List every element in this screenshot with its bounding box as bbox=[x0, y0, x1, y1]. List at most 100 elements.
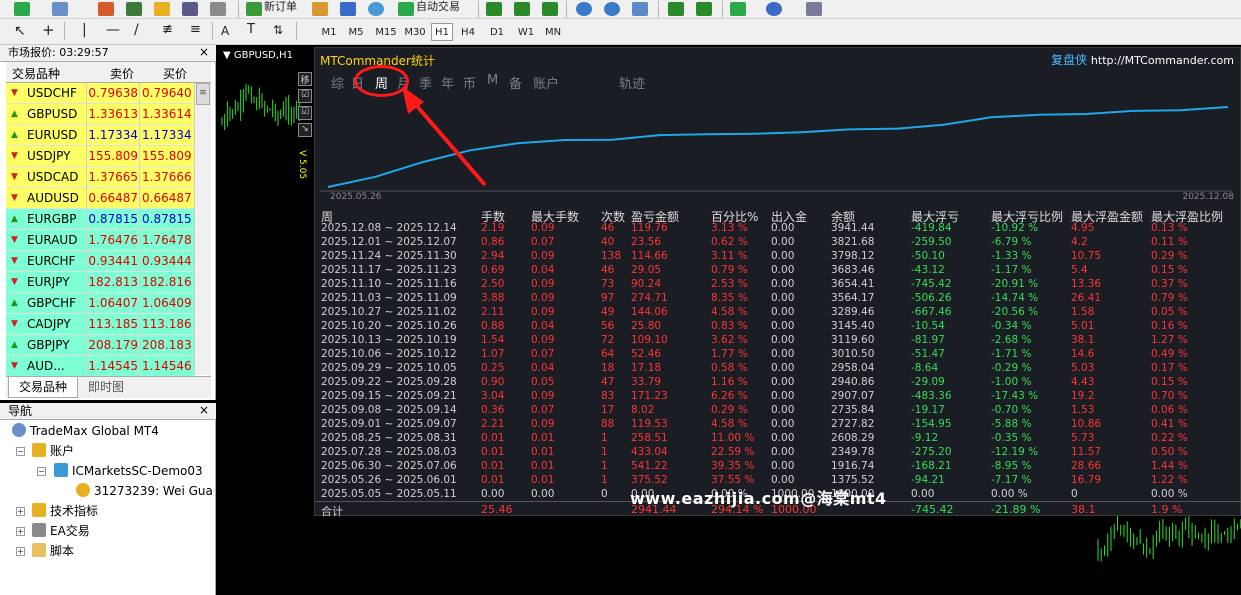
market-watch-row[interactable]: ▼ USDCHF 0.79638 0.79640 bbox=[6, 83, 194, 104]
nav-server[interactable]: ICMarketsSC-Demo03 bbox=[54, 463, 203, 479]
timeframe-w1[interactable]: W1 bbox=[514, 23, 538, 41]
market-watch-icon[interactable] bbox=[98, 2, 114, 16]
table-row[interactable]: 2025.09.22 ~ 2025.09.28 0.90 0.05 47 33.79 1.… bbox=[315, 376, 1241, 390]
timeframe-m30[interactable]: M30 bbox=[402, 23, 428, 41]
side-button-1[interactable]: 移 bbox=[298, 72, 312, 86]
expand-icon[interactable]: + bbox=[16, 527, 25, 536]
autoscroll-icon[interactable] bbox=[668, 2, 684, 16]
side-button-4[interactable]: ↘ bbox=[298, 123, 312, 137]
table-row[interactable]: 2025.11.17 ~ 2025.11.23 0.69 0.04 46 29.05 0.… bbox=[315, 264, 1241, 278]
nav-accounts[interactable]: 账户 bbox=[32, 443, 74, 459]
cursor-icon[interactable]: ↖ bbox=[14, 24, 26, 38]
fibonacci-icon[interactable]: ≡ bbox=[190, 23, 201, 37]
table-row[interactable]: 2025.09.15 ~ 2025.09.21 3.04 0.09 83 171.23 6… bbox=[315, 390, 1241, 404]
table-row[interactable]: 2025.09.29 ~ 2025.10.05 0.25 0.04 18 17.18 0.… bbox=[315, 362, 1241, 376]
market-watch-row[interactable]: ▼ USDJPY 155.809 155.809 bbox=[6, 146, 194, 167]
new-order-icon[interactable] bbox=[246, 2, 262, 16]
candle-chart-icon[interactable] bbox=[514, 2, 530, 16]
column-ask[interactable]: 买价 bbox=[163, 65, 187, 82]
signals-icon[interactable] bbox=[340, 2, 356, 16]
tab-symbols[interactable]: 交易品种 bbox=[8, 377, 79, 398]
table-row[interactable]: 2025.10.06 ~ 2025.10.12 1.07 0.07 64 52.46 1.… bbox=[315, 348, 1241, 362]
collapse-icon[interactable]: − bbox=[16, 447, 25, 456]
table-row[interactable]: 2025.10.20 ~ 2025.10.26 0.88 0.04 56 25.80 0.… bbox=[315, 320, 1241, 334]
stats-tab[interactable]: 账户 bbox=[533, 73, 559, 92]
nav-indicators[interactable]: 技术指标 bbox=[32, 503, 98, 519]
terminal-icon[interactable] bbox=[182, 2, 198, 16]
channel-icon[interactable]: ≢ bbox=[162, 23, 173, 37]
tester-icon[interactable] bbox=[210, 2, 226, 16]
text-label-icon[interactable]: T bbox=[247, 23, 255, 37]
timeframe-h4[interactable]: H4 bbox=[457, 23, 479, 41]
arrows-icon[interactable]: ⇅ bbox=[273, 23, 283, 37]
metaeditor-icon[interactable] bbox=[312, 2, 328, 16]
timeframe-h1[interactable]: H1 bbox=[431, 23, 453, 41]
market-watch-row[interactable]: ▼ CADJPY 113.185 113.186 bbox=[6, 314, 194, 335]
bar-chart-icon[interactable] bbox=[486, 2, 502, 16]
side-button-2[interactable]: ☑ bbox=[298, 89, 312, 103]
scrollbar[interactable]: ≡ bbox=[194, 83, 211, 375]
close-icon[interactable]: × bbox=[199, 403, 209, 417]
auto-trading-icon[interactable] bbox=[398, 2, 414, 16]
nav-experts[interactable]: EA交易 bbox=[32, 523, 90, 539]
vertical-line-icon[interactable]: | bbox=[82, 23, 87, 37]
column-bid[interactable]: 卖价 bbox=[110, 65, 134, 82]
close-icon[interactable]: × bbox=[199, 45, 209, 59]
table-row[interactable]: 2025.06.30 ~ 2025.07.06 0.01 0.01 1 541.22 39… bbox=[315, 460, 1241, 474]
table-row[interactable]: 2025.10.13 ~ 2025.10.19 1.54 0.09 72 109.10 3… bbox=[315, 334, 1241, 348]
chart-shift-icon[interactable] bbox=[696, 2, 712, 16]
market-watch-row[interactable]: ▼ AUDUSD 0.66487 0.66487 bbox=[6, 188, 194, 209]
market-watch-row[interactable]: ▲ GBPJPY 208.179 208.183 bbox=[6, 335, 194, 356]
market-watch-row[interactable]: ▲ GBPUSD 1.33613 1.33614 bbox=[6, 104, 194, 125]
stats-tab[interactable]: 备 bbox=[509, 73, 522, 92]
timeframe-m15[interactable]: M15 bbox=[372, 23, 400, 41]
market-watch-row[interactable]: ▼ EURCHF 0.93441 0.93444 bbox=[6, 251, 194, 272]
table-row[interactable]: 2025.10.27 ~ 2025.11.02 2.11 0.09 49 144.06 4… bbox=[315, 306, 1241, 320]
data-window-icon[interactable] bbox=[126, 2, 142, 16]
text-icon[interactable]: A bbox=[221, 24, 229, 38]
collapse-icon[interactable]: − bbox=[37, 467, 46, 476]
market-watch-row[interactable]: ▲ EURGBP 0.87815 0.87815 bbox=[6, 209, 194, 230]
nav-root[interactable]: TradeMax Global MT4 bbox=[12, 423, 159, 439]
periods-icon[interactable] bbox=[766, 2, 782, 16]
trendline-icon[interactable]: / bbox=[134, 23, 139, 37]
column-symbol[interactable]: 交易品种 bbox=[12, 65, 60, 82]
market-watch-row[interactable]: ▲ EURUSD 1.17334 1.17334 bbox=[6, 125, 194, 146]
expand-icon[interactable]: + bbox=[16, 547, 25, 556]
scrollbar-thumb[interactable]: ≡ bbox=[196, 83, 210, 105]
navigator-icon[interactable] bbox=[154, 2, 170, 16]
horizontal-line-icon[interactable]: — bbox=[106, 23, 120, 37]
profiles-icon[interactable] bbox=[52, 2, 68, 16]
table-row[interactable]: 2025.11.03 ~ 2025.11.09 3.88 0.09 97 274.71 8… bbox=[315, 292, 1241, 306]
stats-tab[interactable]: 轨迹 bbox=[619, 73, 645, 92]
tile-windows-icon[interactable] bbox=[632, 2, 648, 16]
globe-icon[interactable] bbox=[368, 2, 384, 16]
new-order-button[interactable]: 新订单 bbox=[264, 0, 297, 14]
market-watch-row[interactable]: ▼ EURAUD 1.76476 1.76478 bbox=[6, 230, 194, 251]
add-chart-icon[interactable] bbox=[14, 2, 30, 16]
indicators-icon[interactable] bbox=[730, 2, 746, 16]
table-row[interactable]: 2025.12.01 ~ 2025.12.07 0.86 0.07 40 23.56 0.… bbox=[315, 236, 1241, 250]
brand-url[interactable]: http://MTCommander.com bbox=[1091, 54, 1234, 67]
table-row[interactable]: 2025.12.08 ~ 2025.12.14 2.19 0.09 46 119.76 3… bbox=[315, 222, 1241, 236]
market-watch-row[interactable]: ▼ AUD... 1.14545 1.14546 bbox=[6, 356, 194, 377]
zoom-out-icon[interactable] bbox=[604, 2, 620, 16]
table-row[interactable]: 2025.09.08 ~ 2025.09.14 0.36 0.07 17 8.02 0.2… bbox=[315, 404, 1241, 418]
market-watch-row[interactable]: ▼ EURJPY 182.813 182.816 bbox=[6, 272, 194, 293]
table-row[interactable]: 2025.08.25 ~ 2025.08.31 0.01 0.01 1 258.51 11… bbox=[315, 432, 1241, 446]
timeframe-d1[interactable]: D1 bbox=[486, 23, 508, 41]
market-watch-row[interactable]: ▼ USDCAD 1.37665 1.37666 bbox=[6, 167, 194, 188]
timeframe-mn[interactable]: MN bbox=[541, 23, 565, 41]
line-chart-icon[interactable] bbox=[542, 2, 558, 16]
timeframe-m5[interactable]: M5 bbox=[345, 23, 367, 41]
timeframe-m1[interactable]: M1 bbox=[318, 23, 340, 41]
nav-account[interactable]: 31273239: Wei Gua bbox=[76, 483, 213, 499]
crosshair-icon[interactable]: + bbox=[42, 23, 55, 38]
side-button-3[interactable]: ☑ bbox=[298, 106, 312, 120]
stats-tab[interactable]: 综 bbox=[331, 73, 344, 92]
auto-trading-button[interactable]: 自动交易 bbox=[416, 0, 460, 14]
tab-tick-chart[interactable]: 即时图 bbox=[78, 377, 134, 398]
table-row[interactable]: 2025.11.10 ~ 2025.11.16 2.50 0.09 73 90.24 2.… bbox=[315, 278, 1241, 292]
market-watch-row[interactable]: ▲ GBPCHF 1.06407 1.06409 bbox=[6, 293, 194, 314]
nav-scripts[interactable]: 脚本 bbox=[32, 543, 74, 559]
